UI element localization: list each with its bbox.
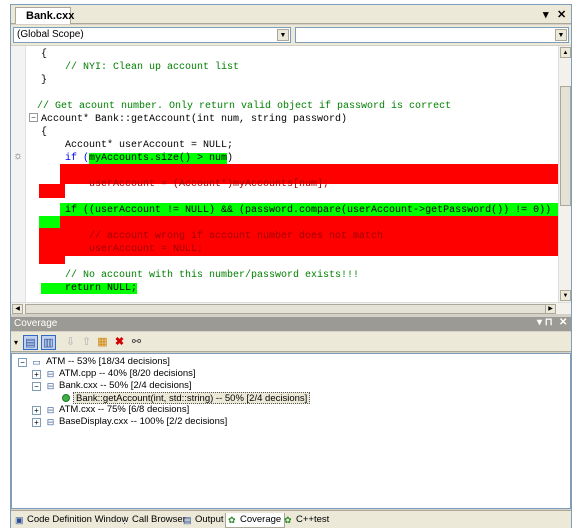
tree-item[interactable]: Bank.cxx -- 50% [2/4 decisions] <box>59 380 192 392</box>
bug-icon: ☼ <box>13 150 24 162</box>
tree-item[interactable]: ATM.cxx -- 75% [6/8 decisions] <box>59 404 189 416</box>
tool-window-tabs: ▣ Code Definition Window ⋮ Call Browser ▤ O… <box>11 510 571 528</box>
if-line: if (myAccounts.size() > num) <box>41 152 233 165</box>
tab-label: Call Browser <box>132 514 186 525</box>
tab-coverage[interactable]: ✿ Coverage <box>225 513 286 528</box>
document-tab[interactable]: Bank.cxx <box>15 7 74 24</box>
tab-label: Output <box>195 514 224 525</box>
tab-dropdown-icon[interactable]: ▾ <box>543 8 549 21</box>
tab-label: C++test <box>296 514 330 525</box>
editor-hscrollbar[interactable]: ◀ ▶ <box>11 302 571 314</box>
scope-combo[interactable]: (Global Scope) ▼ <box>13 27 291 43</box>
folder-icon: ▭ <box>32 357 41 367</box>
if-close: ) <box>227 153 234 164</box>
file-icon: ⊟ <box>46 369 55 379</box>
coverage-title-text: Coverage <box>14 318 58 329</box>
toolbar-dropdown-icon[interactable]: ▾ <box>12 335 20 350</box>
scroll-left-icon[interactable]: ◀ <box>12 304 23 314</box>
scope-dropdown-icon[interactable]: ▼ <box>277 29 289 41</box>
view-report-icon[interactable]: ▥ <box>41 335 56 350</box>
member-dropdown-icon[interactable]: ▼ <box>555 29 567 41</box>
covered-condition: myAccounts.size() > num <box>89 153 228 164</box>
hscroll-thumb[interactable] <box>25 304 555 314</box>
tab-cpptest[interactable]: ✿ C++test <box>282 513 329 528</box>
delete-icon[interactable]: ✖ <box>112 335 127 350</box>
code-line: { <box>41 49 48 60</box>
tab-label: Code Definition Window <box>27 514 129 525</box>
outline-collapse-icon[interactable]: − <box>29 113 38 122</box>
covered-return-line: return NULL; <box>41 282 138 295</box>
scroll-up-icon[interactable]: ▲ <box>560 47 571 58</box>
view-code-icon[interactable]: ▤ <box>23 335 38 350</box>
covered-line: if ((userAccount != NULL) && (password.c… <box>41 205 552 216</box>
code-editor[interactable]: ☼ − { // NYI: Clean up account list } //… <box>11 46 571 303</box>
code-line: Account* Bank::getAccount(int num, strin… <box>41 114 348 125</box>
output-icon: ▤ <box>183 515 192 525</box>
editor-margin <box>11 46 26 303</box>
uncovered-line: userAccount = NULL; <box>41 244 204 255</box>
next-icon[interactable]: ⇧ <box>79 335 94 350</box>
scope-bar: (Global Scope) ▼ ▼ <box>11 25 571 45</box>
vscroll-thumb[interactable] <box>560 86 571 206</box>
document-tabstrip: Bank.cxx ▾ ✕ <box>11 5 571 24</box>
collapse-icon[interactable]: − <box>18 358 27 367</box>
covered-return: return NULL; <box>41 283 138 294</box>
coverage-tree[interactable]: − ▭ ATM -- 53% [18/34 decisions] + ⊟ ATM… <box>11 353 571 509</box>
panel-close-icon[interactable]: ✕ <box>559 317 567 328</box>
tree-item[interactable]: ATM.cpp -- 40% [8/20 decisions] <box>59 368 196 380</box>
cpptest-icon: ✿ <box>284 515 292 525</box>
tab-label: Coverage <box>240 514 282 525</box>
code-comment: // Get acount number. Only return valid … <box>37 101 452 112</box>
panel-pin-icon[interactable]: ▾ ⊓ <box>537 317 553 328</box>
code-comment: // No account with this number/password … <box>41 270 360 281</box>
uncovered-comment: // account wrong if account number does … <box>41 231 384 242</box>
code-line: // NYI: Clean up account list <box>41 62 240 73</box>
expand-icon[interactable]: + <box>32 418 41 427</box>
expand-icon[interactable]: + <box>32 370 41 379</box>
coverage-toolbar: ▾ ▤ ▥ ⇩ ⇧ ▦ ✖ ⚯ <box>11 332 571 352</box>
green-dot-icon <box>62 394 70 402</box>
if-prefix: if ( <box>41 153 90 164</box>
ide-frame: Bank.cxx ▾ ✕ (Global Scope) ▼ ▼ ☼ − { //… <box>10 4 572 528</box>
member-combo[interactable]: ▼ <box>295 27 569 43</box>
code-line: } <box>41 75 48 86</box>
expand-icon[interactable]: + <box>32 406 41 415</box>
editor-vscrollbar[interactable]: ▲ ▼ <box>558 46 571 303</box>
uncovered-line: userAccount = (Account*)myAccounts[num]; <box>41 179 330 190</box>
tab-output[interactable]: ▤ Output <box>181 513 224 528</box>
prev-icon[interactable]: ⇩ <box>63 335 78 350</box>
tree-item-selected[interactable]: Bank::getAccount(int, std::string) -- 50… <box>73 392 311 404</box>
tab-close-icon[interactable]: ✕ <box>557 8 566 21</box>
coverage-panel-title: Coverage ▾ ⊓ ✕ <box>11 317 571 331</box>
coverage-icon: ✿ <box>228 515 236 525</box>
scroll-right-icon[interactable]: ▶ <box>545 304 556 314</box>
tree-item[interactable]: ATM -- 53% [18/34 decisions] <box>46 356 170 368</box>
file-icon: ⊟ <box>46 417 55 427</box>
tab-code-definition[interactable]: ▣ Code Definition Window <box>13 513 128 528</box>
code-definition-icon: ▣ <box>15 515 24 525</box>
code-line: Account* userAccount = NULL; <box>41 140 234 151</box>
collapse-icon[interactable]: − <box>32 382 41 391</box>
binoculars-icon[interactable]: ⚯ <box>129 335 144 350</box>
tree-item[interactable]: BaseDisplay.cxx -- 100% [2/2 decisions] <box>59 416 227 428</box>
scroll-down-icon[interactable]: ▼ <box>560 290 571 301</box>
file-icon: ⊟ <box>46 405 55 415</box>
file-icon: ⊟ <box>46 381 55 391</box>
grid-icon[interactable]: ▦ <box>95 335 110 350</box>
tab-call-browser[interactable]: ⋮ Call Browser <box>118 513 186 528</box>
scope-combo-value: (Global Scope) <box>17 29 84 40</box>
code-line: { <box>41 127 48 138</box>
call-browser-icon: ⋮ <box>120 515 129 525</box>
